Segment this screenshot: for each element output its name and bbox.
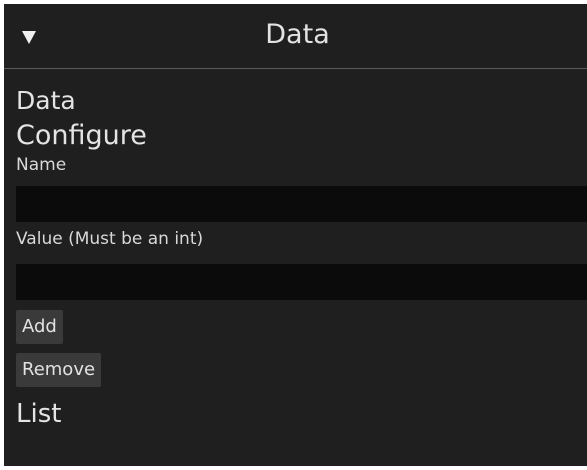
add-button[interactable]: Add [16, 310, 63, 344]
add-button-row: Add [16, 310, 587, 344]
name-label: Name [16, 155, 67, 175]
panel-header[interactable]: Data [4, 4, 587, 69]
configure-heading: Configure [16, 120, 147, 151]
value-input[interactable] [16, 264, 587, 300]
value-label: Value (Must be an int) [16, 229, 204, 249]
remove-button-row: Remove [16, 353, 587, 387]
section-title: Data [16, 86, 76, 115]
panel-title: Data [265, 18, 330, 50]
data-panel: Data Data Configure Name Value (Must be … [4, 4, 587, 466]
list-heading: List [16, 399, 62, 429]
remove-button[interactable]: Remove [16, 353, 102, 387]
name-input[interactable] [16, 186, 587, 222]
panel-content: Data Configure Name Value (Must be an in… [4, 86, 587, 429]
triangle-down-icon[interactable] [18, 26, 40, 48]
